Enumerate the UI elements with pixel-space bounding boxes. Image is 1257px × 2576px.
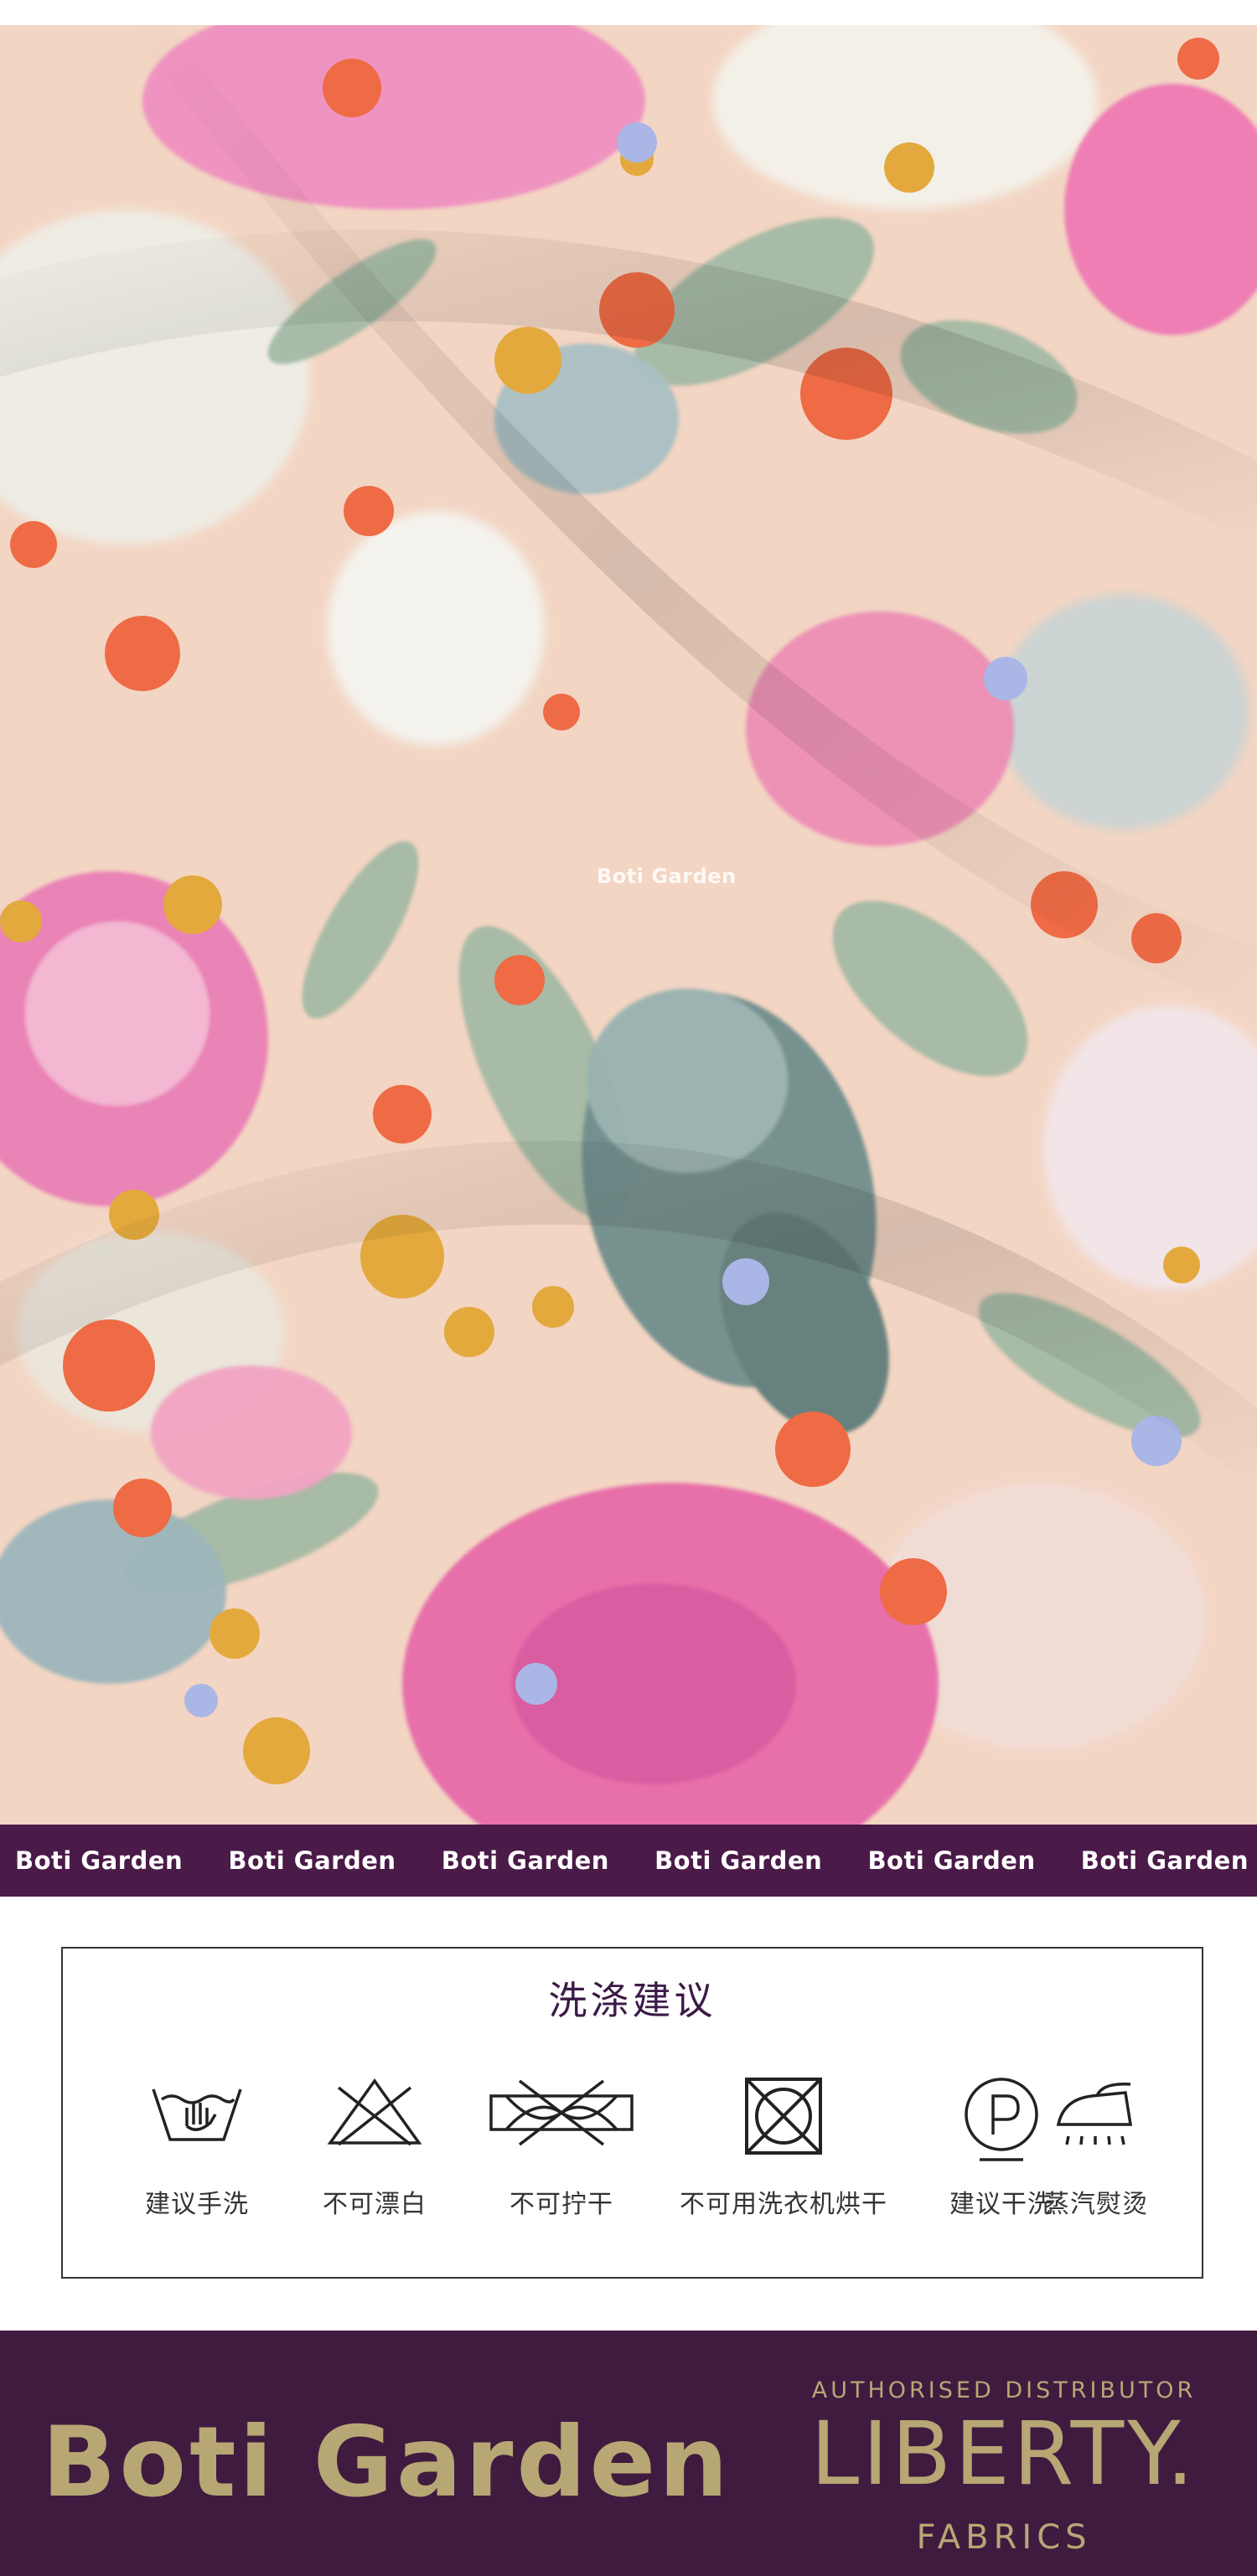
care-label: 不可用洗衣机烘干 (680, 2190, 887, 2219)
liberty-logo: LIBERTY. (810, 2403, 1198, 2505)
brand-strip-item: Boti Garden (441, 1846, 609, 1875)
footer-brand-logo: Boti Garden (42, 2406, 732, 2519)
care-label: 不可拧干 (510, 2190, 613, 2219)
fabrics-label: FABRICS (916, 2518, 1092, 2557)
hand-wash-icon (96, 2074, 297, 2166)
care-item-no-tumble-dry: 不可用洗衣机烘干 (649, 2074, 918, 2220)
brand-strip-item: Boti Garden (867, 1846, 1036, 1875)
brand-strip-item: Boti Garden (1080, 1846, 1249, 1875)
care-item-hand-wash: 建议手洗 (96, 2074, 297, 2220)
no-bleach-icon (274, 2074, 475, 2166)
product-detail-page: Boti Garden Boti Garden Boti Garden Boti… (0, 0, 1257, 2576)
care-title: 洗涤建议 (548, 1978, 716, 2023)
care-item-no-wring: 不可拧干 (461, 2074, 662, 2220)
brand-strip-item: Boti Garden (15, 1846, 184, 1875)
floral-print-illustration (0, 25, 1257, 1825)
fabric-photo: Boti Garden (0, 25, 1257, 1825)
care-label: 蒸汽熨烫 (1044, 2190, 1148, 2219)
authorised-distributor-label: AUTHORISED DISTRIBUTOR (811, 2377, 1197, 2403)
brand-strip: Boti Garden Boti Garden Boti Garden Boti… (0, 1825, 1257, 1897)
fabric-watermark: Boti Garden (597, 865, 737, 888)
care-item-steam-iron: 蒸汽熨烫 (996, 2074, 1197, 2220)
care-item-no-bleach: 不可漂白 (274, 2074, 475, 2220)
care-label: 建议手洗 (145, 2190, 249, 2219)
no-tumble-dry-icon (649, 2074, 918, 2166)
no-wring-icon (461, 2074, 662, 2166)
care-instructions-box: 洗涤建议 建议手洗 不可漂白 不可拧干 不可用洗衣机烘干 建议干洗 蒸汽熨烫 (61, 1947, 1203, 2279)
brand-strip-item: Boti Garden (228, 1846, 396, 1875)
steam-iron-icon (996, 2074, 1197, 2166)
brand-strip-item: Boti Garden (654, 1846, 823, 1875)
footer-banner: Boti Garden AUTHORISED DISTRIBUTOR LIBER… (0, 2331, 1257, 2576)
care-label: 不可漂白 (323, 2190, 427, 2219)
